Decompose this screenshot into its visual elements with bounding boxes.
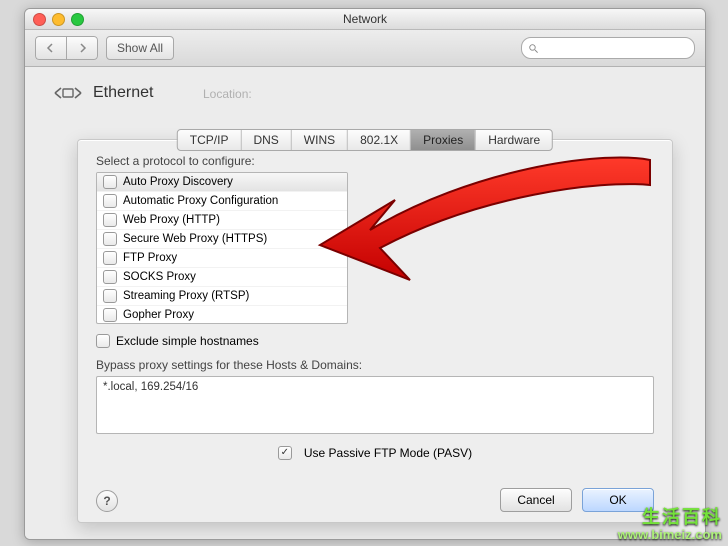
show-all-button[interactable]: Show All <box>106 36 174 60</box>
window-body: Location: Status: Connected Ethernet is … <box>25 67 705 540</box>
select-protocol-label: Select a protocol to configure: <box>96 154 654 168</box>
protocol-label: SOCKS Proxy <box>123 271 196 283</box>
protocol-label: Web Proxy (HTTP) <box>123 214 220 226</box>
protocol-label: Secure Web Proxy (HTTPS) <box>123 233 267 245</box>
protocol-checkbox[interactable] <box>103 270 117 284</box>
close-icon[interactable] <box>33 13 46 26</box>
tab-wins[interactable]: WINS <box>292 130 348 150</box>
pasv-row[interactable]: Use Passive FTP Mode (PASV) <box>96 446 654 460</box>
pasv-checkbox[interactable] <box>278 446 292 460</box>
protocol-checkbox[interactable] <box>103 232 117 246</box>
ethernet-icon <box>51 81 85 105</box>
help-button[interactable]: ? <box>96 490 118 512</box>
minimize-icon[interactable] <box>52 13 65 26</box>
chevron-right-icon <box>77 43 87 53</box>
pasv-label: Use Passive FTP Mode (PASV) <box>304 446 472 460</box>
page-title: Ethernet <box>93 84 153 102</box>
proxies-sheet: Select a protocol to configure: Auto Pro… <box>77 139 673 523</box>
header-row: Ethernet <box>51 81 685 105</box>
protocol-checkbox[interactable] <box>103 308 117 322</box>
protocol-label: Auto Proxy Discovery <box>123 176 233 188</box>
traffic-lights <box>33 13 84 26</box>
forward-button[interactable] <box>66 36 98 60</box>
search-field[interactable] <box>521 37 695 59</box>
bypass-field[interactable]: *.local, 169.254/16 <box>96 376 654 434</box>
cancel-button[interactable]: Cancel <box>500 488 572 512</box>
protocol-label: Automatic Proxy Configuration <box>123 195 278 207</box>
toolbar: Show All <box>25 30 705 67</box>
titlebar: Network <box>25 9 705 30</box>
protocol-item[interactable]: FTP Proxy <box>97 249 347 268</box>
search-icon <box>528 43 539 54</box>
protocol-label: Streaming Proxy (RTSP) <box>123 290 249 302</box>
protocol-checkbox[interactable] <box>103 289 117 303</box>
zoom-icon[interactable] <box>71 13 84 26</box>
exclude-row[interactable]: Exclude simple hostnames <box>96 334 654 348</box>
protocol-checkbox[interactable] <box>103 194 117 208</box>
protocol-item[interactable]: Secure Web Proxy (HTTPS) <box>97 230 347 249</box>
protocol-checkbox[interactable] <box>103 213 117 227</box>
nav-back-forward <box>35 36 98 60</box>
tab-tcp-ip[interactable]: TCP/IP <box>178 130 242 150</box>
back-button[interactable] <box>35 36 66 60</box>
protocol-item[interactable]: Automatic Proxy Configuration <box>97 192 347 211</box>
network-window: Network Show All Location: Status: Conne… <box>24 8 706 540</box>
protocol-item[interactable]: SOCKS Proxy <box>97 268 347 287</box>
protocol-list[interactable]: Auto Proxy Discovery Automatic Proxy Conf… <box>96 172 348 324</box>
protocol-item[interactable]: Auto Proxy Discovery <box>97 173 347 192</box>
protocol-item[interactable]: Streaming Proxy (RTSP) <box>97 287 347 306</box>
exclude-checkbox[interactable] <box>96 334 110 348</box>
protocol-label: Gopher Proxy <box>123 309 194 321</box>
tab-proxies[interactable]: Proxies <box>411 130 476 150</box>
tab-802-1x[interactable]: 802.1X <box>348 130 411 150</box>
protocol-checkbox[interactable] <box>103 251 117 265</box>
protocol-item[interactable]: Web Proxy (HTTP) <box>97 211 347 230</box>
protocol-item[interactable]: Gopher Proxy <box>97 306 347 324</box>
watermark: 生活百科 www.bimeiz.com <box>618 508 722 544</box>
tab-hardware[interactable]: Hardware <box>476 130 552 150</box>
watermark-url: www.bimeiz.com <box>618 526 722 544</box>
bypass-value: *.local, 169.254/16 <box>103 381 198 393</box>
tabs: TCP/IPDNSWINS802.1XProxiesHardware <box>177 129 553 151</box>
tab-dns[interactable]: DNS <box>241 130 291 150</box>
bypass-label: Bypass proxy settings for these Hosts & … <box>96 358 654 372</box>
exclude-label: Exclude simple hostnames <box>116 334 259 348</box>
watermark-cn: 生活百科 <box>618 508 722 526</box>
chevron-left-icon <box>46 43 56 53</box>
protocol-label: FTP Proxy <box>123 252 177 264</box>
protocol-checkbox[interactable] <box>103 175 117 189</box>
window-title: Network <box>343 12 387 26</box>
